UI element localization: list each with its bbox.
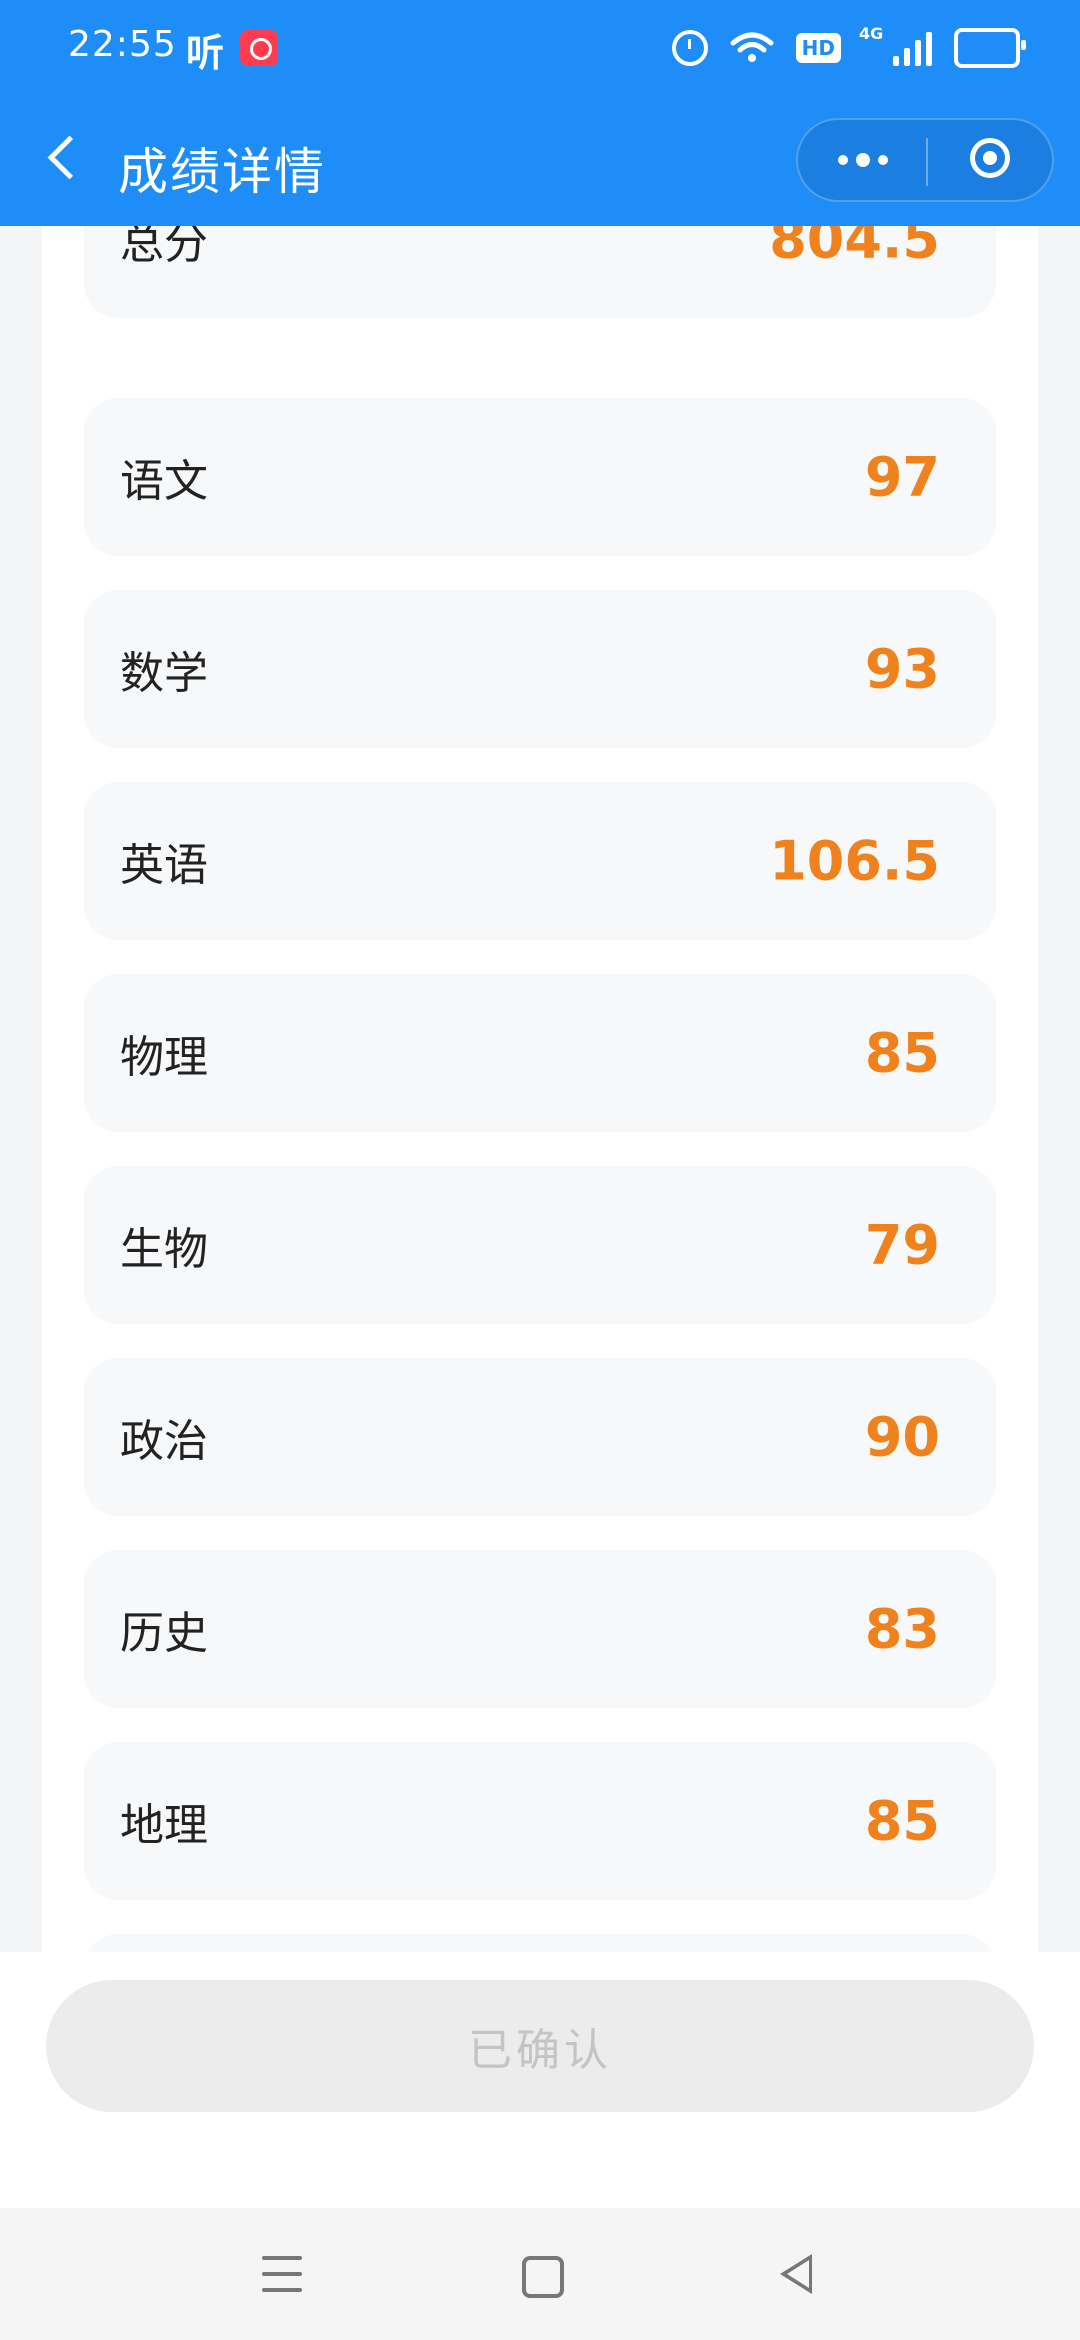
- more-dots-icon: [838, 153, 888, 167]
- score-value: 804.5: [769, 226, 940, 271]
- status-time: 22:55: [68, 24, 177, 65]
- subject-label: 历史: [120, 1608, 208, 1659]
- mini-program-capsule: [796, 118, 1054, 202]
- close-mini-program-button[interactable]: [970, 138, 1010, 178]
- score-row-partial: [84, 1934, 996, 1952]
- alarm-icon: [671, 30, 708, 66]
- wifi-icon: [730, 31, 774, 65]
- status-icons: HD 4G: [671, 24, 1026, 70]
- confirmed-button[interactable]: 已确认: [46, 1980, 1034, 2112]
- system-back-button[interactable]: [780, 2254, 812, 2294]
- score-row: 地理 85: [84, 1742, 996, 1900]
- score-row: 历史 83: [84, 1550, 996, 1708]
- top-bar: 22:55 听 HD 4G 成绩详情: [0, 0, 1080, 226]
- score-row-total: 总分 804.5: [84, 226, 996, 318]
- ting-app-icon: 听: [186, 31, 225, 75]
- battery-icon: [954, 28, 1026, 68]
- system-navigation-bar: [0, 2208, 1080, 2340]
- menu-lines-icon: [262, 2256, 302, 2292]
- score-row: 政治 90: [84, 1358, 996, 1516]
- score-row: 物理 85: [84, 974, 996, 1132]
- subject-label: 英语: [120, 840, 208, 891]
- subject-label: 生物: [120, 1224, 208, 1275]
- score-value: 93: [864, 637, 940, 701]
- more-button[interactable]: [828, 120, 898, 200]
- subject-label: 数学: [120, 648, 208, 699]
- score-list[interactable]: 总分 804.5 语文 97 数学 93 英语 106.5 物理 85 生物 7…: [42, 226, 1038, 1952]
- score-value: 85: [864, 1789, 940, 1853]
- score-value: 85: [864, 1021, 940, 1085]
- score-row: 英语 106.5: [84, 782, 996, 940]
- subject-label: 政治: [120, 1416, 208, 1467]
- subject-label: 地理: [120, 1800, 208, 1851]
- score-row: 语文 97: [84, 398, 996, 556]
- subject-label: 总分: [120, 226, 208, 269]
- back-button[interactable]: [40, 130, 90, 190]
- capsule-divider: [926, 138, 928, 186]
- signal-icon: 4G: [859, 24, 932, 66]
- score-value: 90: [864, 1405, 940, 1469]
- xiaohongshu-app-icon: [240, 30, 278, 66]
- subject-label: 语文: [120, 456, 208, 507]
- bottom-action-bar: 已确认: [0, 1952, 1080, 2208]
- status-bar: 22:55 听 HD 4G: [0, 0, 1080, 100]
- score-value: 79: [864, 1213, 940, 1277]
- home-button[interactable]: [522, 2256, 564, 2298]
- recent-apps-button[interactable]: [262, 2256, 302, 2296]
- score-value: 83: [864, 1597, 940, 1661]
- subject-label: 物理: [120, 1032, 208, 1083]
- score-row: 数学 93: [84, 590, 996, 748]
- score-value: 106.5: [769, 829, 940, 893]
- score-value: 97: [864, 445, 940, 509]
- network-type: 4G: [859, 24, 884, 43]
- hd-badge: HD: [795, 33, 841, 63]
- score-row: 生物 79: [84, 1166, 996, 1324]
- page-title: 成绩详情: [118, 143, 326, 201]
